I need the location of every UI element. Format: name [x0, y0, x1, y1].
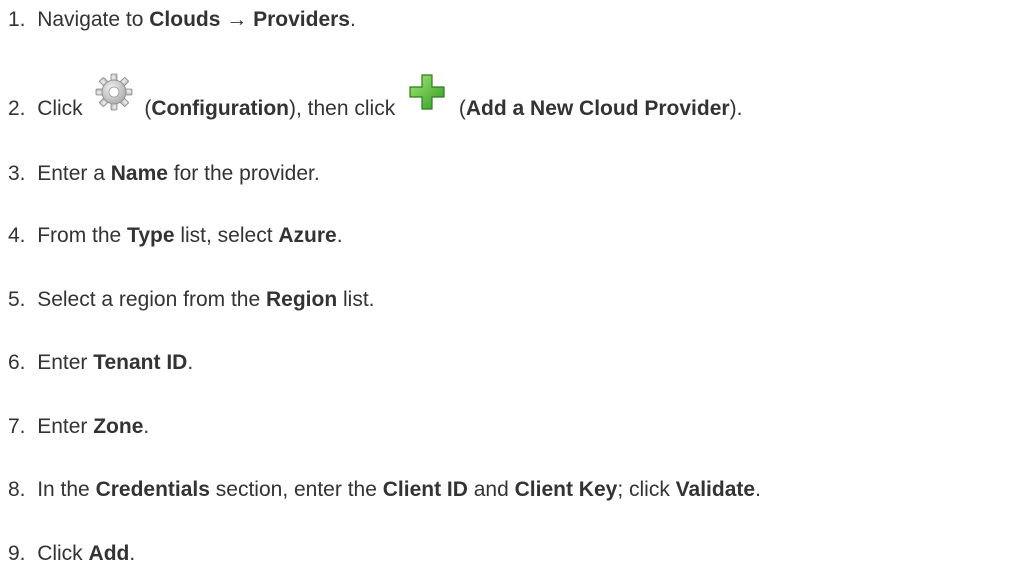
step-6: 6. Enter Tenant ID.	[8, 350, 193, 376]
ui-term: Region	[265, 288, 338, 311]
step-text: From the	[37, 224, 128, 247]
step-7: 7. Enter Zone.	[8, 414, 149, 440]
gear-icon	[95, 72, 133, 112]
step-text: .	[187, 351, 194, 374]
step-2: 2. Click (Configuration), then click (Ad…	[8, 73, 743, 122]
ui-term: Type	[127, 224, 175, 247]
step-text: list.	[337, 288, 375, 311]
step-4: 4. From the Type list, select Azure.	[8, 223, 343, 249]
step-text: Click	[37, 97, 89, 120]
step-number: 9.	[8, 542, 26, 565]
step-text: Select a region from the	[37, 288, 266, 311]
ui-term: Providers	[253, 8, 350, 31]
step-text: .	[336, 224, 343, 247]
step-text: and	[467, 478, 515, 501]
step-text: (	[453, 97, 466, 120]
step-number: 3.	[8, 162, 26, 185]
step-9: 9. Click Add.	[8, 541, 135, 567]
ui-term: Client Key	[514, 478, 618, 501]
step-number: 6.	[8, 351, 26, 374]
step-number: 2.	[8, 97, 26, 120]
step-text: (	[138, 97, 152, 120]
step-text: Enter a	[37, 162, 111, 185]
step-text: ; click	[617, 478, 676, 501]
step-text: .	[129, 542, 136, 565]
step-number: 7.	[8, 415, 26, 438]
ui-term: Client ID	[382, 478, 468, 501]
ui-term: Clouds	[149, 8, 221, 31]
step-3: 3. Enter a Name for the provider.	[8, 161, 320, 187]
step-number: 5.	[8, 288, 26, 311]
ui-term: Add	[88, 542, 130, 565]
step-text: Enter	[37, 415, 94, 438]
step-text: for the provider.	[167, 162, 320, 185]
step-text: Enter	[37, 351, 94, 374]
ui-term: Add a New Cloud Provider	[465, 97, 730, 120]
step-text: In the	[37, 478, 96, 501]
step-8: 8. In the Credentials section, enter the…	[8, 477, 761, 503]
ui-term: Configuration	[151, 97, 289, 120]
step-text: .	[350, 8, 356, 31]
ui-term: Validate	[675, 478, 756, 501]
step-text: .	[755, 478, 761, 501]
step-text: ).	[729, 97, 743, 120]
ui-term: Name	[110, 162, 168, 185]
step-1: 1. Navigate to Clouds → Providers.	[8, 7, 356, 33]
add-plus-icon	[407, 72, 447, 112]
step-number: 4.	[8, 224, 26, 247]
step-text: section, enter the	[209, 478, 383, 501]
step-text: →	[220, 8, 254, 31]
instruction-steps: 1. Navigate to Clouds → Providers. 2. Cli…	[0, 0, 1020, 569]
step-text: Click	[37, 542, 89, 565]
ui-term: Tenant ID	[93, 351, 188, 374]
step-number: 8.	[8, 478, 26, 501]
step-5: 5. Select a region from the Region list.	[8, 287, 375, 313]
step-text: list, select	[174, 224, 279, 247]
ui-term: Azure	[278, 224, 337, 247]
step-text: .	[143, 415, 150, 438]
ui-term: Zone	[93, 415, 144, 438]
step-number: 1.	[8, 8, 26, 31]
ui-term: Credentials	[95, 478, 210, 501]
step-text: ), then click	[289, 97, 402, 120]
step-text: Navigate to	[37, 8, 150, 31]
